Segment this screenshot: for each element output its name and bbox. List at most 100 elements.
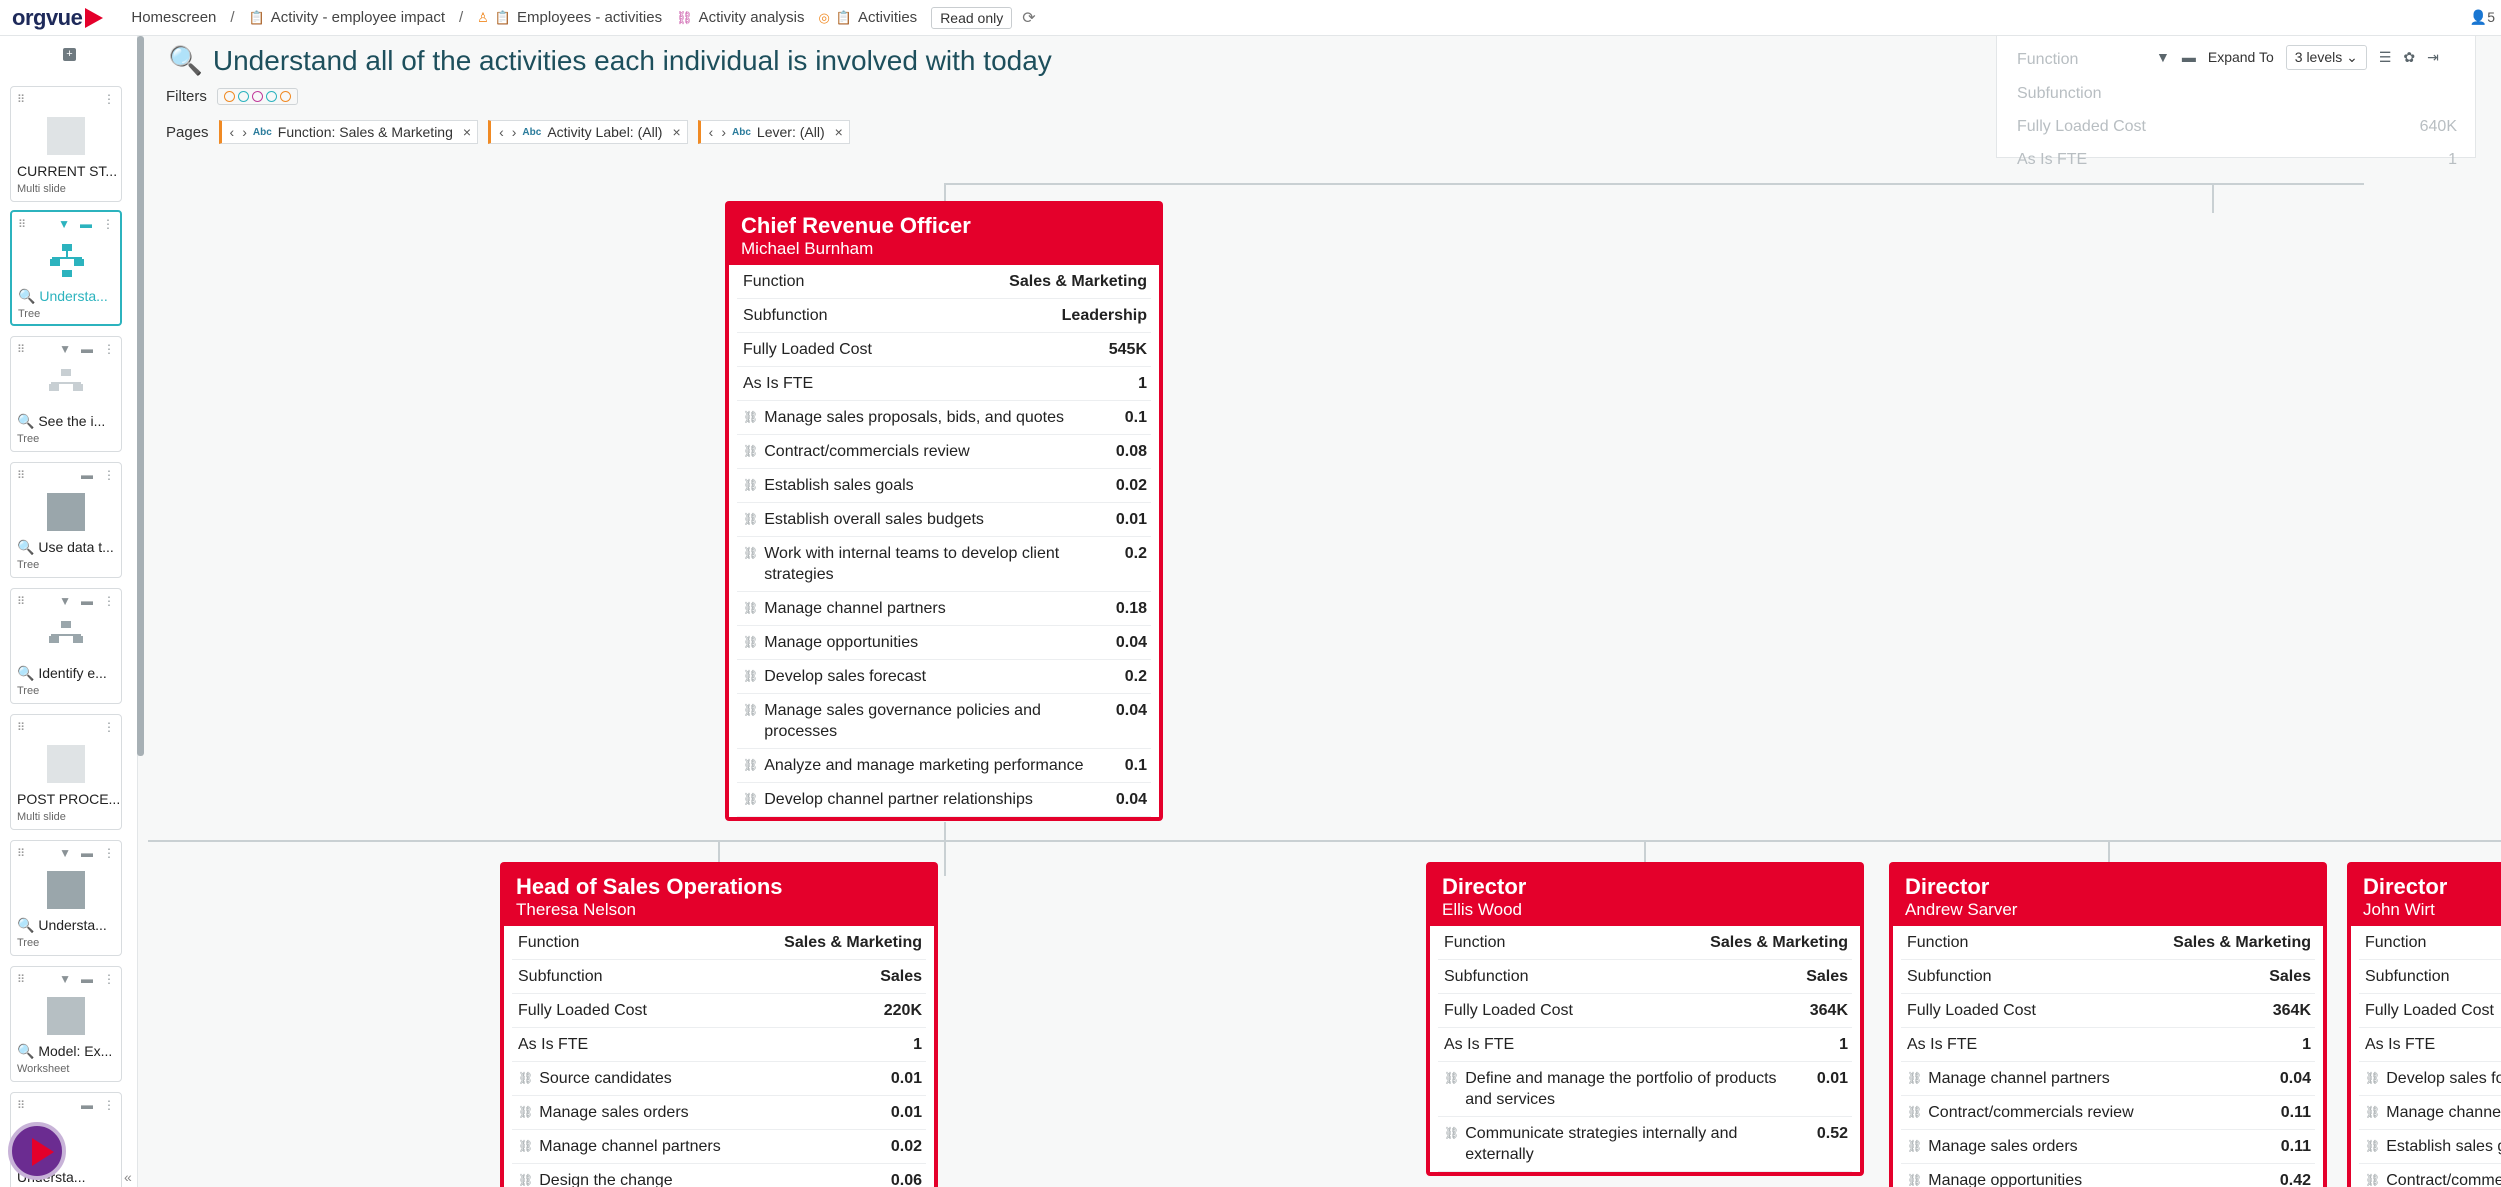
export-icon[interactable]: ⇥ xyxy=(2427,49,2439,66)
close-icon[interactable]: × xyxy=(835,124,843,140)
attribute-row: As Is FTE1 xyxy=(2359,1028,2501,1062)
org-card-director-john-wirt[interactable]: Director John Wirt FunctionSales & Marke… xyxy=(2347,862,2501,1187)
breadcrumb-homescreen[interactable]: Homescreen / xyxy=(131,9,234,26)
comment-icon[interactable]: ▬ xyxy=(81,342,93,356)
drag-handle-icon[interactable]: ⠿ xyxy=(17,343,25,356)
row-label-wrap: Fully Loaded Cost xyxy=(518,1000,647,1021)
drag-handle-icon[interactable]: ⠿ xyxy=(17,1099,25,1112)
card-body: Function Sales & Marketing Subfunction Sale… xyxy=(504,926,934,1187)
slide-thumb[interactable]: ⠿ ▼ ▬ ⋮ 🔍 Identify e... Tree xyxy=(10,588,122,704)
activity-row: ⛓ Manage sales orders 0.11 xyxy=(1901,1130,2315,1164)
drag-handle-icon[interactable]: ⠿ xyxy=(17,973,25,986)
drag-handle-icon[interactable]: ⠿ xyxy=(17,469,25,482)
breadcrumb-activities[interactable]: ◎ 📋 Activities xyxy=(818,9,917,26)
filter-icon[interactable]: ▼ xyxy=(58,217,70,231)
collapse-strip-icon[interactable]: « xyxy=(124,1169,132,1185)
card-body: Function Sales & Marketing Subfunction Sale… xyxy=(1430,926,1860,1172)
slide-thumb[interactable]: ⠿ ⋮ POST PROCE... Multi slide xyxy=(10,714,122,830)
org-card-head-of-sales-operations[interactable]: Head of Sales Operations Theresa Nelson … xyxy=(500,862,938,1187)
org-card-chief-revenue-officer[interactable]: Chief Revenue Officer Michael Burnham Fu… xyxy=(725,201,1163,821)
slide-thumb[interactable]: ⠿ ⋮ CURRENT ST... Multi slide xyxy=(10,86,122,202)
chevron-right-icon[interactable]: › xyxy=(721,124,726,140)
users-indicator[interactable]: 👤5 xyxy=(2470,9,2495,26)
row-label: Define and manage the portfolio of produ… xyxy=(1465,1070,1777,1108)
row-value: 0.42 xyxy=(2279,1172,2311,1187)
filter-icon[interactable]: ▼ xyxy=(2156,49,2170,65)
comment-icon[interactable]: ▬ xyxy=(2182,49,2196,65)
activity-row: ⛓ Manage sales proposals, bids, and quote… xyxy=(737,401,1151,435)
chevron-right-icon[interactable]: › xyxy=(512,124,517,140)
chevron-left-icon[interactable]: ‹ xyxy=(499,124,504,140)
link-icon: ⛓ xyxy=(743,410,759,424)
drag-handle-icon[interactable]: ⠿ xyxy=(17,93,25,106)
slide-preview xyxy=(47,745,85,783)
page-chip-activity-label[interactable]: ‹ › Abc Activity Label: (All) × xyxy=(488,120,688,144)
row-value: Sales xyxy=(880,968,922,985)
page-chip-function[interactable]: ‹ › Abc Function: Sales & Marketing × xyxy=(218,120,479,144)
link-icon: ⛓ xyxy=(518,1071,534,1085)
drag-handle-icon[interactable]: ⠿ xyxy=(18,218,26,231)
more-menu-icon[interactable]: ⋮ xyxy=(103,468,115,482)
org-card-director-andrew-sarver[interactable]: Director Andrew Sarver Function Sales & M… xyxy=(1889,862,2327,1187)
chevron-left-icon[interactable]: ‹ xyxy=(709,124,714,140)
magnifier-icon: 🔍 xyxy=(17,539,35,555)
filters-selector[interactable] xyxy=(216,88,298,105)
drag-handle-icon[interactable]: ⠿ xyxy=(17,721,25,734)
list-icon[interactable]: ☰ xyxy=(2379,49,2392,66)
slide-thumb[interactable]: ⠿ ▼ ▬ ⋮ 🔍 Model: Ex... Worksheet xyxy=(10,966,122,1082)
row-label-wrap: ⛓ Communicate strategies internally and e… xyxy=(1444,1123,1805,1165)
card-role: Director xyxy=(1442,874,1527,899)
filter-icon[interactable]: ▼ xyxy=(59,846,71,860)
row-label: Analyze and manage marketing performance xyxy=(764,757,1084,774)
drag-handle-icon[interactable]: ⠿ xyxy=(17,847,25,860)
more-menu-icon[interactable]: ⋮ xyxy=(103,92,115,106)
more-menu-icon[interactable]: ⋮ xyxy=(103,846,115,860)
slide-thumb-active[interactable]: ⠿ ▼ ▬ ⋮ 🔍 Understa... Tree xyxy=(10,210,122,326)
slide-thumb[interactable]: ⠿ ▼ ▬ ⋮ 🔍 See the i... Tree xyxy=(10,336,122,452)
refresh-icon[interactable]: ⟳ xyxy=(1022,8,1035,28)
more-menu-icon[interactable]: ⋮ xyxy=(103,342,115,356)
row-value: Sales & Marketing xyxy=(784,934,922,951)
more-menu-icon[interactable]: ⋮ xyxy=(103,972,115,986)
filter-icon[interactable]: ▼ xyxy=(59,972,71,986)
filter-icon[interactable]: ▼ xyxy=(59,594,71,608)
magnifier-icon: 🔍 xyxy=(168,45,203,76)
more-menu-icon[interactable]: ⋮ xyxy=(103,720,115,734)
row-value: Sales & Marketing xyxy=(1009,273,1147,290)
assistant-bot-icon[interactable] xyxy=(8,1122,66,1180)
breadcrumb-activity-employee-impact[interactable]: 📋 Activity - employee impact / xyxy=(249,9,464,26)
row-label: Source candidates xyxy=(539,1070,672,1087)
chevron-right-icon[interactable]: › xyxy=(242,124,247,140)
comment-icon[interactable]: ▬ xyxy=(81,972,93,986)
slide-name-wrap: 🔍 See the i... xyxy=(17,413,121,430)
comment-icon[interactable]: ▬ xyxy=(81,594,93,608)
slide-thumb[interactable]: ⠿ ▼ ▬ ⋮ 🔍 Understa... Tree xyxy=(10,840,122,956)
comment-icon[interactable]: ▬ xyxy=(80,217,92,231)
more-menu-icon[interactable]: ⋮ xyxy=(102,217,114,231)
close-icon[interactable]: × xyxy=(672,124,680,140)
page-chip-lever[interactable]: ‹ › Abc Lever: (All) × xyxy=(697,120,850,144)
more-menu-icon[interactable]: ⋮ xyxy=(103,594,115,608)
clipboard-icon: 📋 xyxy=(494,9,512,25)
activity-row: ⛓ Manage opportunities 0.04 xyxy=(737,626,1151,660)
filter-icon[interactable]: ▼ xyxy=(59,342,71,356)
card-person: Ellis Wood xyxy=(1442,900,1522,919)
org-card-director-ellis-wood[interactable]: Director Ellis Wood Function Sales & Mark… xyxy=(1426,862,1864,1176)
attribute-row: Fully Loaded Cost364K xyxy=(2359,994,2501,1028)
breadcrumb-employees-activities[interactable]: ♙ 📋 Employees - activities xyxy=(477,9,662,26)
row-label: Manage sales proposals, bids, and quotes xyxy=(764,409,1064,426)
comment-icon[interactable]: ▬ xyxy=(81,468,93,482)
expand-levels-select[interactable]: 3 levels ⌄ xyxy=(2285,44,2367,70)
comment-icon[interactable]: ▬ xyxy=(81,846,93,860)
palette-icon[interactable]: ✿ xyxy=(2403,49,2415,66)
comment-icon[interactable]: ▬ xyxy=(81,1098,93,1112)
chevron-left-icon[interactable]: ‹ xyxy=(230,124,235,140)
orgvue-logo[interactable]: orgvue xyxy=(12,5,104,31)
close-icon[interactable]: × xyxy=(463,124,471,140)
add-slide-button[interactable]: + xyxy=(63,48,76,61)
more-menu-icon[interactable]: ⋮ xyxy=(103,1098,115,1112)
breadcrumb-activity-analysis[interactable]: ⛓ Activity analysis xyxy=(676,9,804,26)
drag-handle-icon[interactable]: ⠿ xyxy=(17,595,25,608)
strip-scrollbar[interactable] xyxy=(137,36,144,756)
slide-thumb[interactable]: ⠿ ▬ ⋮ 🔍 Use data t... Tree xyxy=(10,462,122,578)
